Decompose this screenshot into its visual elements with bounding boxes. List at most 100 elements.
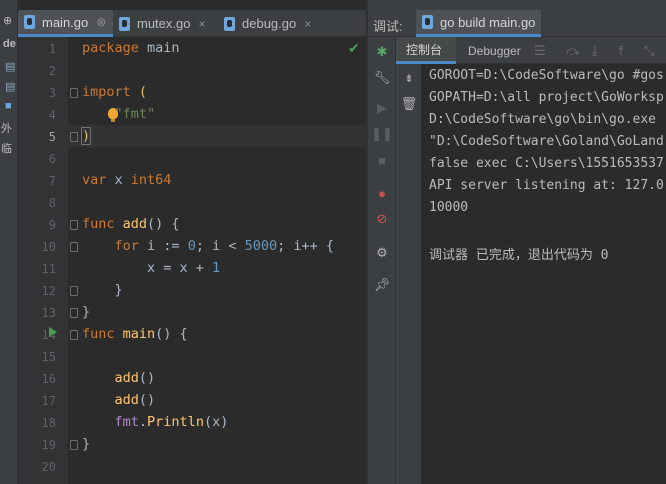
go-file-icon bbox=[422, 15, 433, 29]
go-file-icon bbox=[119, 16, 130, 31]
console-line: API server listening at: 127.0 bbox=[429, 178, 664, 193]
console-line: D:\CodeSoftware\go\bin\go.exe bbox=[429, 112, 656, 127]
line-number: 11 bbox=[41, 262, 56, 276]
tab-label: main.go bbox=[42, 14, 89, 30]
line-number: 8 bbox=[48, 196, 56, 210]
line-number: 16 bbox=[41, 372, 56, 386]
fold-marker[interactable] bbox=[70, 220, 78, 230]
trash-icon[interactable]: 🗑︎ bbox=[401, 96, 418, 112]
go-file-icon bbox=[224, 16, 235, 31]
tab-label: debug.go bbox=[242, 16, 297, 31]
project-item-external[interactable]: 外 bbox=[1, 120, 12, 136]
soft-wrap-icon[interactable]: ⇟ bbox=[401, 70, 417, 86]
line-number: 18 bbox=[41, 416, 56, 430]
project-panel-strip: ⊕ de ▤ ▤ ■ 外 临 bbox=[0, 0, 18, 484]
tab-label: mutex.go bbox=[137, 16, 191, 31]
debug-title: 调试: bbox=[373, 19, 403, 34]
console-output[interactable]: GOROOT=D:\CodeSoftware\go #gos GOPATH=D:… bbox=[422, 64, 666, 484]
close-icon[interactable]: × bbox=[198, 17, 205, 31]
target-icon[interactable]: ⊕ bbox=[3, 14, 12, 27]
code-line: add() bbox=[114, 370, 156, 386]
run-to-cursor-icon[interactable]: ⤡ bbox=[644, 43, 654, 59]
fold-marker[interactable] bbox=[70, 286, 78, 296]
line-number: 7 bbox=[48, 174, 56, 188]
fold-marker[interactable] bbox=[70, 88, 78, 98]
stop-icon[interactable]: ■ bbox=[374, 152, 390, 168]
gear-icon[interactable]: ⚙ bbox=[374, 245, 390, 261]
line-number: 12 bbox=[41, 284, 56, 298]
project-item-scratches[interactable]: 临 bbox=[1, 140, 12, 156]
editor-tabs: main.go ⊗ mutex.go × debug.go × bbox=[18, 10, 366, 37]
step-over-icon[interactable]: ⤼ bbox=[566, 43, 580, 59]
fold-marker[interactable] bbox=[70, 132, 78, 142]
step-into-icon[interactable]: ⤓ bbox=[592, 43, 598, 59]
line-number: 9 bbox=[48, 218, 56, 232]
check-icon: ✔ bbox=[348, 40, 360, 56]
file-icon: ▤ bbox=[5, 61, 16, 73]
tab-debugger[interactable]: Debugger bbox=[458, 37, 531, 64]
debug-header: 调试: go build main.go bbox=[368, 10, 666, 37]
code-line: func add() { bbox=[82, 216, 180, 232]
current-line-highlight bbox=[68, 125, 366, 147]
menu-icon[interactable]: ☰ bbox=[534, 43, 546, 59]
tab-console[interactable]: 控制台 bbox=[396, 37, 456, 64]
line-number: 1 bbox=[48, 42, 56, 56]
wrench-icon[interactable]: 🔧︎ bbox=[374, 70, 391, 86]
fold-marker[interactable] bbox=[70, 440, 78, 450]
console-line: false exec C:\Users\1551653537 bbox=[429, 156, 664, 171]
code-editor[interactable]: main.go ⊗ mutex.go × debug.go × 12345678… bbox=[18, 0, 366, 484]
debug-tool-window: 调试: go build main.go ✱ 🔧︎ ▶ ❚❚ ■ ● ⊘ ⚙ 📌… bbox=[368, 0, 666, 484]
resume-icon[interactable]: ▶ bbox=[374, 100, 390, 116]
tab-debug-go[interactable]: debug.go × bbox=[218, 10, 328, 37]
line-number: 13 bbox=[41, 306, 56, 320]
code-line: x = x + 1 bbox=[82, 260, 221, 276]
code-line: } bbox=[82, 282, 123, 298]
console-line: 10000 bbox=[429, 200, 469, 215]
step-out-icon[interactable]: ⤒ bbox=[618, 43, 624, 59]
code-line: } bbox=[82, 436, 91, 452]
fold-marker[interactable] bbox=[70, 330, 78, 340]
line-number: 10 bbox=[41, 240, 56, 254]
run-config-label: go build main.go bbox=[440, 14, 536, 30]
code-line: "fmt" bbox=[114, 106, 156, 122]
line-number: 2 bbox=[48, 64, 56, 78]
go-file-icon: ■ bbox=[5, 100, 12, 112]
console-line: "D:\CodeSoftware\Goland\GoLand bbox=[429, 134, 664, 149]
line-number-gutter: 1 2 3 4 5 6 7 8 9 10 11 12 13 14 15 16 17 18 19 20 bbox=[18, 37, 68, 484]
project-item-de[interactable]: de bbox=[3, 38, 16, 50]
debug-subtabs: 控制台 Debugger ☰ ⤼ ⤓ ⤒ ⤡ bbox=[396, 37, 666, 64]
fold-marker[interactable] bbox=[70, 242, 78, 252]
console-toolbar: ⇟ 🗑︎ bbox=[396, 64, 422, 484]
console-line: 调试器 已完成，退出代码为 0 bbox=[429, 248, 609, 263]
view-breakpoints-icon[interactable]: ● bbox=[374, 185, 390, 201]
line-number: 3 bbox=[48, 86, 56, 100]
debug-bug-icon[interactable]: ✱ bbox=[374, 44, 390, 60]
run-gutter-icon[interactable] bbox=[49, 327, 57, 337]
go-file-icon bbox=[24, 15, 35, 29]
line-number: 17 bbox=[41, 394, 56, 408]
close-icon[interactable]: ⊗ bbox=[96, 15, 106, 29]
line-number: 15 bbox=[41, 350, 56, 364]
pin-icon[interactable]: 📌︎ bbox=[374, 277, 391, 293]
file-icon: ▤ bbox=[5, 81, 16, 93]
pause-icon[interactable]: ❚❚ bbox=[371, 126, 393, 142]
code-line: import ( bbox=[82, 84, 148, 100]
console-line: GOPATH=D:\all project\GoWorksp bbox=[429, 90, 664, 105]
tab-mutex-go[interactable]: mutex.go × bbox=[113, 10, 218, 37]
code-line: func main() { bbox=[82, 326, 188, 342]
code-line: } bbox=[82, 304, 91, 320]
debug-toolbar: ✱ 🔧︎ ▶ ❚❚ ■ ● ⊘ ⚙ 📌︎ bbox=[368, 37, 396, 484]
mute-breakpoints-icon[interactable]: ⊘ bbox=[374, 211, 390, 227]
code-line: add() bbox=[114, 392, 156, 408]
tab-main-go[interactable]: main.go ⊗ bbox=[18, 10, 113, 37]
code-line: var x int64 bbox=[82, 172, 172, 188]
code-line: package main bbox=[82, 40, 180, 56]
code-line: for i := 0; i < 5000; i++ { bbox=[114, 238, 335, 254]
run-config-tab[interactable]: go build main.go bbox=[416, 10, 542, 37]
close-icon[interactable]: × bbox=[304, 17, 311, 31]
line-number: 20 bbox=[41, 460, 56, 474]
fold-marker[interactable] bbox=[70, 308, 78, 318]
code-line: fmt.Println(x) bbox=[114, 414, 229, 430]
console-line: GOROOT=D:\CodeSoftware\go #gos bbox=[429, 68, 664, 83]
code-line: ) bbox=[80, 127, 92, 145]
